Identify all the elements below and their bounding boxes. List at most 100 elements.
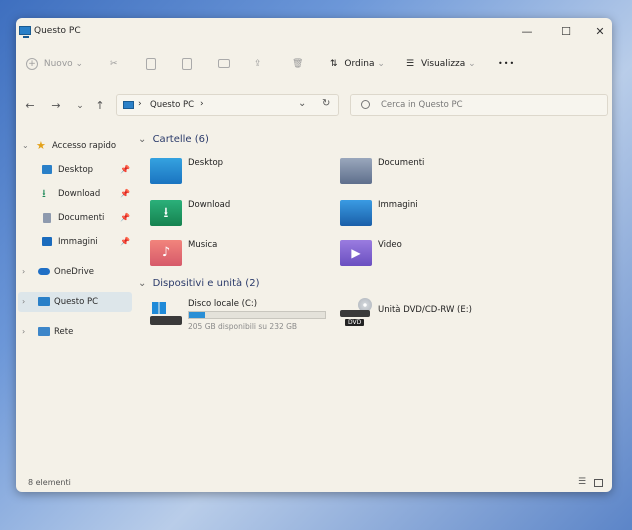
search-input[interactable]: Cerca in Questo PC	[381, 100, 463, 110]
folder-desktop[interactable]: Desktop	[150, 158, 330, 188]
chevron-right-icon[interactable]: ›	[22, 262, 25, 282]
folder-music[interactable]: ♪ Musica	[150, 240, 330, 270]
command-bar: + Nuovo ⌄ ✂ ⇪ 🗑 ⇅ Ordina ⌄ ☰ Visualizza …	[16, 49, 612, 79]
documents-folder-icon	[340, 158, 372, 184]
close-button[interactable]: ✕	[587, 23, 612, 41]
breadcrumb-item[interactable]: Questo PC	[150, 100, 194, 110]
search-icon	[361, 100, 370, 109]
chevron-right-icon[interactable]: ›	[22, 292, 25, 312]
sort-button[interactable]: ⇅ Ordina ⌄	[330, 56, 385, 72]
sidebar-item-desktop[interactable]: Desktop 📌	[18, 160, 132, 180]
sidebar-item-label: OneDrive	[54, 267, 94, 277]
section-title: Cartelle (6)	[152, 134, 209, 145]
drive-c[interactable]: Disco locale (C:) 205 GB disponibili su …	[150, 298, 340, 338]
document-icon	[43, 213, 51, 223]
plus-circle-icon: +	[26, 57, 38, 70]
view-button[interactable]: ☰ Visualizza ⌄	[406, 56, 476, 72]
network-icon	[38, 327, 50, 336]
rename-button[interactable]	[218, 56, 230, 72]
sidebar-item-label: Accesso rapido	[52, 141, 117, 151]
arrow-right-icon: →	[51, 99, 61, 112]
paste-button[interactable]	[182, 56, 192, 72]
sort-icon: ⇅	[330, 59, 338, 69]
delete-button[interactable]: 🗑	[292, 56, 303, 72]
copy-icon	[146, 57, 156, 70]
hard-drive-icon	[150, 316, 182, 325]
forward-button[interactable]: →	[48, 98, 64, 114]
sidebar-item-download[interactable]: ⭳ Download 📌	[18, 184, 132, 204]
pin-icon: 📌	[120, 189, 130, 198]
trash-icon: 🗑	[292, 59, 304, 69]
folders-section-header[interactable]: ⌄ Cartelle (6)	[138, 134, 209, 145]
cloud-icon	[38, 268, 50, 275]
dvd-badge: DVD	[345, 319, 365, 326]
dvd-drive-icon	[340, 310, 370, 317]
arrow-left-icon: ←	[25, 99, 35, 112]
minimize-button[interactable]: —	[514, 23, 540, 41]
devices-section-header[interactable]: ⌄ Dispositivi e unità (2)	[138, 278, 259, 289]
tiles-view-icon[interactable]	[594, 479, 603, 487]
folder-pictures[interactable]: Immagini	[340, 200, 520, 230]
maximize-button[interactable]: ☐	[553, 23, 579, 41]
item-count: 8 elementi	[28, 478, 71, 487]
back-button[interactable]: ←	[22, 98, 38, 114]
video-folder-icon: ▶	[340, 240, 372, 266]
window-title: Questo PC	[34, 26, 81, 36]
breadcrumb-separator: ›	[200, 99, 204, 109]
drive-e[interactable]: DVD Unità DVD/CD-RW (E:)	[340, 298, 530, 338]
new-button[interactable]: + Nuovo ⌄	[26, 56, 83, 72]
share-icon: ⇪	[254, 59, 262, 69]
up-button[interactable]: ↑	[92, 98, 108, 114]
star-icon: ★	[36, 139, 46, 152]
folder-label: Download	[188, 200, 231, 210]
sidebar-item-onedrive[interactable]: › OneDrive	[18, 262, 132, 282]
address-row: ← → ⌄ ↑ › Questo PC › ⌄ ↻ Cerca in Quest…	[16, 92, 612, 120]
drive-label: Disco locale (C:)	[188, 299, 258, 309]
folder-video[interactable]: ▶ Video	[340, 240, 520, 270]
chevron-down-icon: ⌄	[76, 101, 84, 111]
address-bar[interactable]: › Questo PC › ⌄ ↻	[116, 94, 339, 116]
clipboard-icon	[182, 57, 192, 70]
computer-icon	[123, 101, 134, 109]
pin-icon: 📌	[120, 165, 130, 174]
sidebar-item-label: Desktop	[58, 165, 94, 175]
sidebar-item-this-pc[interactable]: › Questo PC	[18, 292, 132, 312]
folder-download[interactable]: ⭳ Download	[150, 200, 330, 230]
pin-icon: 📌	[120, 213, 130, 222]
folder-label: Desktop	[188, 158, 224, 168]
share-button[interactable]: ⇪	[254, 56, 262, 72]
chevron-down-icon[interactable]: ⌄	[298, 98, 306, 109]
sidebar-item-pictures[interactable]: Immagini 📌	[18, 232, 132, 252]
folder-label: Video	[378, 240, 402, 250]
drive-free-space: 205 GB disponibili su 232 GB	[188, 322, 298, 331]
chevron-down-icon: ⌄	[468, 59, 476, 69]
sidebar-item-quick-access[interactable]: ⌄ ★ Accesso rapido	[18, 136, 132, 156]
section-title: Dispositivi e unità (2)	[152, 278, 260, 289]
refresh-icon[interactable]: ↻	[322, 98, 330, 109]
view-button-label: Visualizza	[420, 59, 466, 69]
file-explorer-window: Questo PC — ☐ ✕ + Nuovo ⌄ ✂ ⇪ 🗑 ⇅ Ordina…	[16, 18, 612, 492]
search-box[interactable]: Cerca in Questo PC	[350, 94, 608, 116]
sort-button-label: Ordina	[344, 59, 375, 69]
folder-documents[interactable]: Documenti	[340, 158, 520, 188]
music-folder-icon: ♪	[150, 240, 182, 266]
folder-label: Immagini	[378, 200, 418, 210]
chevron-down-icon: ⌄	[138, 278, 147, 289]
new-button-label: Nuovo	[43, 59, 73, 69]
recent-locations-button[interactable]: ⌄	[72, 98, 88, 114]
arrow-up-icon: ↑	[95, 99, 105, 112]
sidebar-item-label: Questo PC	[54, 297, 99, 307]
sidebar-item-network[interactable]: › Rete	[18, 322, 132, 342]
more-options-button[interactable]: •••	[498, 56, 515, 72]
chevron-down-icon[interactable]: ⌄	[22, 136, 29, 156]
copy-button[interactable]	[146, 56, 156, 72]
title-bar: Questo PC — ☐ ✕	[16, 18, 612, 46]
status-bar: 8 elementi ☰	[16, 476, 612, 492]
drive-usage-fill	[189, 312, 205, 318]
cut-button[interactable]: ✂	[110, 56, 118, 72]
details-view-icon[interactable]: ☰	[578, 477, 586, 487]
sidebar-item-documents[interactable]: Documenti 📌	[18, 208, 132, 228]
sidebar-item-label: Immagini	[58, 237, 98, 247]
chevron-right-icon[interactable]: ›	[22, 322, 25, 342]
rename-icon	[218, 59, 230, 68]
